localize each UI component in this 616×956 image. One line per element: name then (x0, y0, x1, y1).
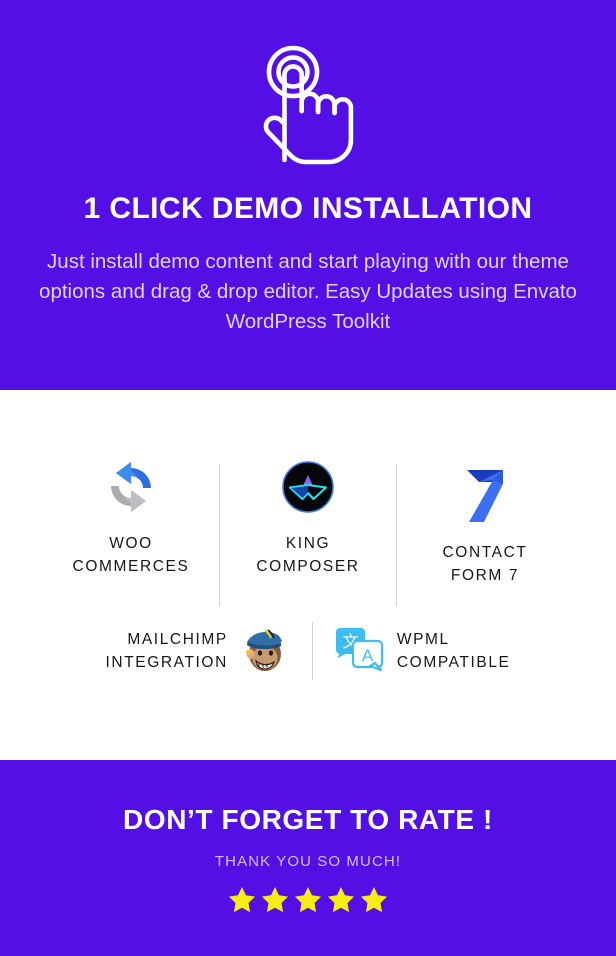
plugin-label-line2: COMMERCES (72, 558, 190, 575)
plugin-item-wpml[interactable]: 文 A WPML COMPATIBLE (335, 626, 511, 677)
plugin-label-line1: CONTACT (442, 544, 528, 561)
star-icon[interactable] (360, 886, 388, 913)
page-title: 1 CLICK DEMO INSTALLATION (83, 192, 533, 225)
plugin-label-line1: WPML (396, 631, 450, 648)
hero-description: Just install demo content and start play… (39, 250, 577, 333)
svg-text:A: A (362, 646, 374, 665)
plugin-item-mailchimp[interactable]: MAILCHIMP INTEGRATION (106, 624, 290, 679)
plugin-item-king-composer[interactable]: KING COMPOSER (232, 456, 384, 578)
woocommerce-refresh-icon (103, 456, 159, 518)
mailchimp-monkey-icon (240, 624, 290, 679)
plugin-label-line1: WOO (109, 535, 153, 552)
plugin-label: WPML COMPATIBLE (397, 628, 511, 674)
promo-page: 1 CLICK DEMO INSTALLATION Just install d… (0, 0, 616, 956)
rate-section: DON’T FORGET TO RATE ! THANK YOU SO MUCH… (0, 760, 616, 956)
star-icon[interactable] (294, 886, 322, 913)
plugin-divider (219, 464, 220, 606)
plugins-section: WOO COMMERCES KING COMPOSER CONTACT FORM… (0, 390, 616, 760)
rate-subtitle: THANK YOU SO MUCH! (214, 853, 402, 870)
plugin-label-line1: MAILCHIMP (127, 631, 228, 648)
plugin-label: WOO COMMERCES (73, 532, 190, 578)
plugin-label-line2: COMPOSER (256, 558, 360, 575)
star-rating[interactable] (228, 886, 388, 913)
plugin-label-line2: INTEGRATION (105, 654, 228, 671)
plugin-label-line1: KING (285, 535, 331, 552)
plugin-divider (396, 464, 397, 606)
king-composer-icon (282, 456, 334, 518)
star-icon[interactable] (327, 886, 355, 913)
plugin-divider (311, 622, 313, 680)
contact-form-7-icon (459, 465, 511, 527)
plugin-item-woocommerce[interactable]: WOO COMMERCES (55, 456, 207, 578)
star-icon[interactable] (261, 886, 289, 913)
plugin-item-contact-form-7[interactable]: CONTACT FORM 7 (409, 456, 561, 587)
plugin-label: CONTACT FORM 7 (443, 541, 528, 587)
tap-hand-icon (260, 44, 356, 166)
wpml-translate-icon: 文 A (335, 626, 385, 677)
plugin-label: MAILCHIMP INTEGRATION (106, 628, 228, 674)
plugin-row-secondary: MAILCHIMP INTEGRATION 文 A WPML COMPATIBL… (0, 622, 616, 680)
plugin-label: KING COMPOSER (256, 532, 359, 578)
plugin-row-primary: WOO COMMERCES KING COMPOSER CONTACT FORM… (0, 456, 616, 606)
plugin-label-line2: FORM 7 (450, 567, 520, 584)
star-icon[interactable] (228, 886, 256, 913)
hero-section: 1 CLICK DEMO INSTALLATION Just install d… (0, 0, 616, 390)
rate-title: DON’T FORGET TO RATE ! (123, 804, 493, 835)
plugin-label-line2: COMPATIBLE (396, 654, 511, 671)
